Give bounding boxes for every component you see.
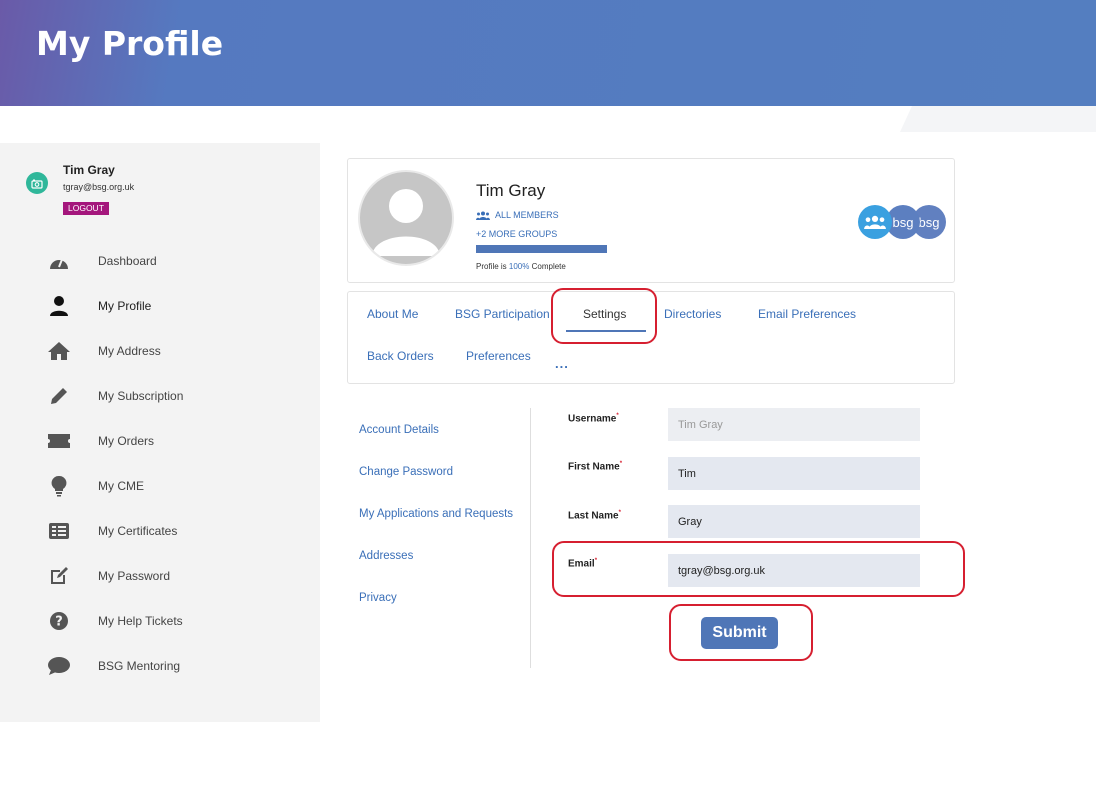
label-text: Email [568, 558, 595, 570]
menu-account-details[interactable]: Account Details [359, 424, 439, 436]
page-title: My Profile [36, 24, 224, 63]
person-icon [46, 293, 72, 319]
first-name-field[interactable] [668, 457, 920, 490]
chat-bubble-icon [46, 653, 72, 679]
sidebar-user-name: Tim Gray [63, 163, 115, 177]
profile-completion-fill [476, 245, 607, 253]
certificate-list-icon [46, 518, 72, 544]
group-badges: bsg bsg [858, 205, 948, 239]
username-field [668, 408, 920, 441]
profile-completion-bar [476, 245, 607, 253]
home-icon [46, 338, 72, 364]
sidebar-item-my-profile[interactable]: My Profile [0, 293, 320, 338]
menu-change-password[interactable]: Change Password [359, 466, 453, 478]
username-label: Username* [568, 413, 619, 424]
sidebar-item-my-orders[interactable]: My Orders [0, 428, 320, 473]
sidebar-item-my-subscription[interactable]: My Subscription [0, 383, 320, 428]
bsg-logo-icon: bsg [892, 214, 914, 230]
email-field[interactable] [668, 554, 920, 587]
dashboard-gauge-icon [46, 248, 72, 274]
label-text: Last Name [568, 510, 619, 522]
sidebar-item-label: My Address [98, 344, 161, 358]
sidebar-item-label: Dashboard [98, 254, 157, 268]
label-text: First Name [568, 461, 620, 473]
sidebar-item-my-cme[interactable]: My CME [0, 473, 320, 518]
last-name-field[interactable] [668, 505, 920, 538]
bsg-logo-icon: bsg [918, 214, 940, 230]
edit-square-icon [46, 563, 72, 589]
camera-icon[interactable] [26, 172, 48, 194]
profile-summary-card: Tim Gray ALL MEMBERS +2 MORE GROUPS Prof… [347, 158, 955, 283]
required-marker: * [616, 413, 619, 419]
pencil-icon [46, 383, 72, 409]
sidebar-item-my-password[interactable]: My Password [0, 563, 320, 608]
members-group-badge[interactable] [858, 205, 892, 239]
avatar-silhouette-icon [372, 189, 440, 256]
sidebar-item-label: BSG Mentoring [98, 659, 181, 673]
tab-directories[interactable]: Directories [664, 307, 721, 321]
sidebar-user-email: tgray@bsg.org.uk [63, 182, 135, 192]
sidebar-item-my-certificates[interactable]: My Certificates [0, 518, 320, 563]
tab-settings[interactable]: Settings [583, 307, 626, 321]
more-groups-link[interactable]: +2 MORE GROUPS [476, 229, 557, 239]
required-marker: * [619, 461, 623, 467]
members-group-icon [476, 211, 490, 220]
last-name-label: Last Name* [568, 510, 621, 521]
required-marker: * [618, 510, 621, 516]
sidebar-item-bsg-mentoring[interactable]: BSG Mentoring [0, 653, 320, 698]
profile-tabs: About Me BSG Participation Settings Dire… [347, 291, 955, 384]
sidebar-item-my-help-tickets[interactable]: ? My Help Tickets [0, 608, 320, 653]
active-tab-indicator [566, 330, 646, 332]
content-divider [530, 408, 531, 668]
lightbulb-icon [46, 473, 72, 499]
submit-button[interactable]: Submit [701, 617, 778, 649]
question-circle-icon: ? [46, 608, 72, 634]
sidebar-item-label: My Profile [98, 299, 152, 313]
logout-button[interactable]: LOGOUT [63, 202, 109, 215]
tab-preferences[interactable]: Preferences [466, 349, 531, 363]
sidebar-item-my-address[interactable]: My Address [0, 338, 320, 383]
tab-email-preferences[interactable]: Email Preferences [758, 307, 856, 321]
sidebar-item-label: My Orders [98, 434, 155, 448]
sidebar: Tim Gray tgray@bsg.org.uk LOGOUT Dashboa… [0, 143, 320, 722]
page-header: My Profile [0, 0, 1096, 106]
tab-about-me[interactable]: About Me [367, 307, 418, 321]
menu-privacy[interactable]: Privacy [359, 592, 397, 604]
profile-avatar[interactable] [358, 170, 454, 266]
email-label: Email* [568, 558, 597, 569]
header-notch-decoration [900, 106, 1096, 132]
menu-addresses[interactable]: Addresses [359, 550, 413, 562]
group-link[interactable]: ALL MEMBERS [476, 210, 559, 220]
sidebar-item-label: My Password [98, 569, 171, 583]
tab-bsg-participation[interactable]: BSG Participation [455, 307, 550, 321]
tab-back-orders[interactable]: Back Orders [367, 349, 434, 363]
profile-completion-text: Profile is 100% Complete [476, 262, 566, 271]
completion-percent: 100% [508, 262, 530, 271]
menu-applications-requests[interactable]: My Applications and Requests [359, 508, 513, 520]
sidebar-item-label: My Certificates [98, 524, 178, 538]
members-group-icon [864, 215, 886, 229]
sidebar-item-label: My Subscription [98, 389, 184, 403]
sidebar-item-label: My Help Tickets [98, 614, 183, 628]
label-text: Username [568, 413, 617, 425]
completion-prefix: Profile is [476, 262, 509, 271]
profile-name: Tim Gray [476, 181, 546, 200]
required-marker: * [594, 558, 598, 564]
ticket-icon [46, 428, 72, 454]
completion-suffix: Complete [529, 262, 566, 271]
sidebar-item-label: My CME [98, 479, 144, 493]
svg-text:?: ? [55, 615, 63, 630]
more-tabs-button[interactable]: ... [555, 356, 569, 371]
first-name-label: First Name* [568, 461, 622, 472]
group-name: ALL MEMBERS [495, 210, 559, 220]
sidebar-item-dashboard[interactable]: Dashboard [0, 248, 320, 293]
